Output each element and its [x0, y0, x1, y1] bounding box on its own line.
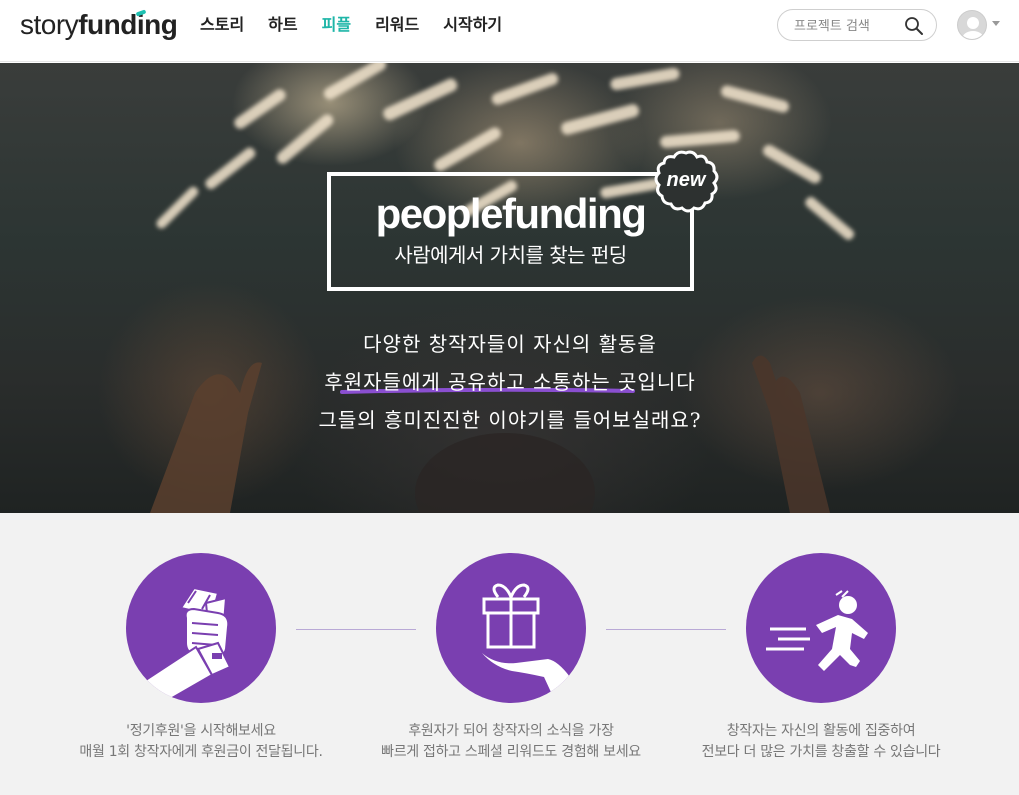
top-header: storyfunding 스토리 하트 피플 리워드 시작하기	[0, 0, 1019, 62]
nav-reward[interactable]: 리워드	[375, 14, 419, 36]
gift-hand-icon	[436, 553, 586, 703]
hero-description: 다양한 창작자들이 자신의 활동을 후원자들에게 공유하고 소통하는 곳입니다 …	[300, 325, 720, 439]
hero-line-1: 다양한 창작자들이 자신의 활동을	[363, 332, 657, 356]
running-person-icon	[746, 553, 896, 703]
main-nav: 스토리 하트 피플 리워드 시작하기	[200, 14, 526, 36]
step-caption-3: 창작자는 자신의 활동에 집중하여 전보다 더 많은 가치를 창출할 수 있습니…	[671, 721, 971, 763]
hero-line-2: 후원자들에게 공유하고 소통하는 곳입니다	[324, 370, 696, 394]
hero-title: peoplefunding	[375, 190, 647, 237]
hero-banner: peoplefunding 사람에게서 가치를 찾는 펀딩 new 다양한 창작…	[0, 63, 1019, 513]
nav-people[interactable]: 피플	[322, 14, 351, 36]
chevron-down-icon[interactable]	[992, 21, 1000, 26]
search-input[interactable]	[794, 16, 899, 36]
step-caption-2: 후원자가 되어 창작자의 소식을 가장 빠르게 접하고 스페셜 리워드도 경험해…	[361, 721, 661, 763]
step-1-line-2: 매월 1회 창작자에게 후원금이 전달됩니다.	[79, 744, 323, 760]
step-3-line-1: 창작자는 자신의 활동에 집중하여	[726, 723, 916, 739]
step-connector	[606, 629, 726, 630]
step-2-line-1: 후원자가 되어 창작자의 소식을 가장	[408, 723, 614, 739]
step-2-line-2: 빠르게 접하고 스페셜 리워드도 경험해 보세요	[381, 744, 641, 760]
step-connector	[296, 629, 416, 630]
hand-money-icon	[126, 553, 276, 703]
nav-start[interactable]: 시작하기	[443, 14, 502, 36]
search-box	[777, 9, 937, 41]
hero-subtitle: 사람에게서 가치를 찾는 펀딩	[394, 243, 627, 267]
step-1-line-1: '정기후원'을 시작해보세요	[126, 723, 276, 739]
steps-section: '정기후원'을 시작해보세요 매월 1회 창작자에게 후원금이 전달됩니다. 후…	[0, 513, 1019, 795]
avatar[interactable]	[957, 10, 987, 40]
logo-light-text: story	[20, 9, 79, 40]
search-icon[interactable]	[904, 16, 924, 36]
step-caption-1: '정기후원'을 시작해보세요 매월 1회 창작자에게 후원금이 전달됩니다.	[51, 721, 351, 763]
nav-story[interactable]: 스토리	[200, 14, 244, 36]
hero-line-3: 그들의 흥미진진한 이야기를 들어보실래요?	[318, 408, 702, 432]
nav-heart[interactable]: 하트	[268, 14, 297, 36]
new-badge-label: new	[666, 169, 706, 191]
people-funding-title-box: peoplefunding 사람에게서 가치를 찾는 펀딩	[327, 172, 694, 291]
storyfunding-logo[interactable]: storyfunding	[20, 8, 178, 42]
step-3-line-2: 전보다 더 많은 가치를 창출할 수 있습니다	[701, 744, 941, 760]
logo-bold-text: funding	[78, 9, 178, 40]
